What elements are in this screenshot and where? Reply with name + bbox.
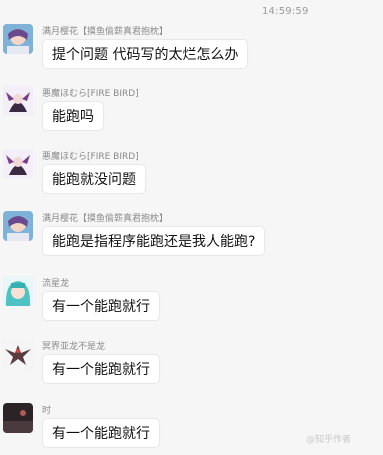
message-bubble[interactable]: 提个问题 代码写的太烂怎么办 <box>42 39 249 69</box>
demon-avatar-icon[interactable] <box>3 86 33 116</box>
demon-avatar-icon[interactable] <box>3 149 33 179</box>
message-bubble[interactable]: 有一个能跑就行 <box>42 354 160 384</box>
message-bubble[interactable]: 有一个能跑就行 <box>42 291 160 321</box>
message-bubble[interactable]: 有一个能跑就行 <box>42 418 160 448</box>
message-bubble[interactable]: 能跑就没问题 <box>42 164 146 194</box>
watermark: @知乎作者 <box>306 435 352 445</box>
sender-name: 时 <box>42 406 52 416</box>
anime-avatar-icon[interactable] <box>3 24 33 54</box>
anime-avatar-icon[interactable] <box>3 211 33 241</box>
message-bubble[interactable]: 能跑吗 <box>42 101 104 131</box>
sender-name: 满月樱花【摸鱼偷薪真君抱枕】 <box>42 214 169 224</box>
sender-name: 悪魔ほむら[FIRE BIRD] <box>42 152 139 162</box>
dark-avatar-icon[interactable] <box>3 403 33 433</box>
message-timestamp: 14:59:59 <box>262 6 309 17</box>
sender-name: 冥界亚龙不是龙 <box>42 342 106 352</box>
sender-name: 满月樱花【摸鱼偷薪真君抱枕】 <box>42 27 169 37</box>
sender-name: 流星龙 <box>42 279 70 289</box>
wyvern-avatar-icon[interactable] <box>3 339 33 369</box>
sender-name: 悪魔ほむら[FIRE BIRD] <box>42 89 139 99</box>
message-bubble[interactable]: 能跑是指程序能跑还是我人能跑? <box>42 226 266 256</box>
miku-avatar-icon[interactable] <box>3 276 33 306</box>
